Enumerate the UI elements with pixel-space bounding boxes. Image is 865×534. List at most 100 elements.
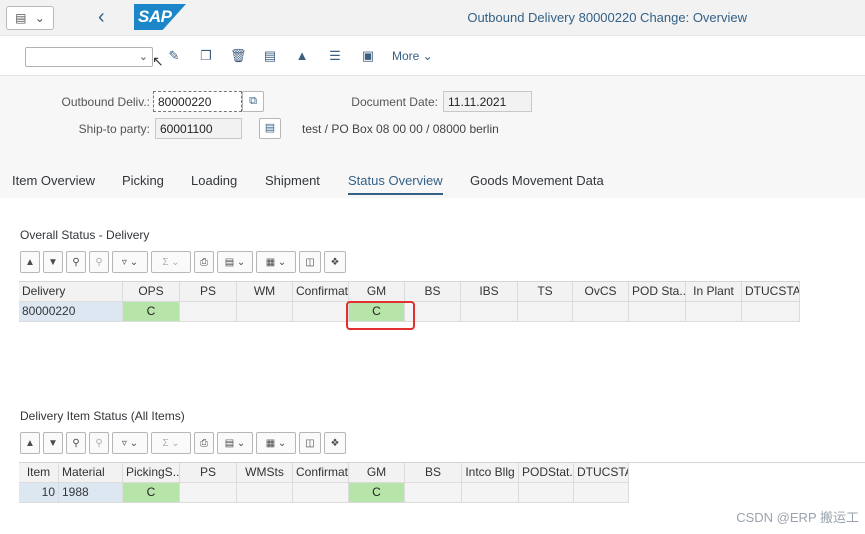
column-header[interactable]: POD Sta... [629, 282, 686, 302]
column-header[interactable]: BS [405, 282, 461, 302]
table-cell[interactable] [237, 483, 293, 503]
hat-icon[interactable]: ▲ [294, 48, 310, 63]
column-header[interactable]: PODStat... [519, 463, 574, 483]
column-header[interactable]: Intco Bllg [462, 463, 519, 483]
column-header[interactable]: DTUCSTA [742, 282, 800, 302]
sort-descending-icon[interactable]: ▼ [43, 432, 63, 454]
column-header[interactable]: PS [180, 282, 237, 302]
table-cell[interactable]: C [123, 483, 180, 503]
more-button[interactable]: More ⌄ [392, 49, 433, 63]
table-cell[interactable]: C [123, 302, 180, 322]
column-header[interactable]: Material [59, 463, 123, 483]
column-header[interactable]: Confirmat. [293, 282, 349, 302]
back-icon[interactable]: ‹ [98, 6, 105, 28]
section-title-items: Delivery Item Status (All Items) [20, 409, 185, 423]
shell-header: ▤ ⌄ ‹ SAP Outbound Delivery 80000220 Cha… [0, 0, 865, 36]
section-title-overall: Overall Status - Delivery [20, 228, 150, 242]
table-cell[interactable] [742, 302, 800, 322]
table-cell[interactable]: 10 [19, 483, 59, 503]
status-overview-panel: Overall Status - Delivery ▲ ▼ ⚲ ⚲ ▿ ⌄ Σ … [0, 198, 865, 534]
tab-goods-movement-data[interactable]: Goods Movement Data [470, 173, 604, 188]
tab-item-overview[interactable]: Item Overview [12, 173, 95, 188]
tab-status-overview[interactable]: Status Overview [348, 173, 443, 195]
column-header[interactable]: BS [405, 463, 462, 483]
sort-descending-icon[interactable]: ▼ [43, 251, 63, 273]
column-header[interactable]: TS [518, 282, 573, 302]
column-header[interactable]: IBS [461, 282, 518, 302]
copy-icon[interactable]: ⧉ [242, 91, 264, 112]
search-next-icon[interactable]: ⚲ [89, 432, 109, 454]
command-field[interactable]: ⌄ [25, 47, 153, 67]
alv-toolbar-overall: ▲ ▼ ⚲ ⚲ ▿ ⌄ Σ ⌄ ⎙ ▤ ⌄ ▦ ⌄ ◫ ❖ [20, 249, 349, 275]
search-icon[interactable]: ⚲ [66, 432, 86, 454]
table-cell[interactable] [461, 302, 518, 322]
table-cell[interactable] [462, 483, 519, 503]
column-header[interactable]: WM [237, 282, 293, 302]
table-cell[interactable]: 1988 [59, 483, 123, 503]
sort-ascending-icon[interactable]: ▲ [20, 251, 40, 273]
column-header[interactable]: PickingS... [123, 463, 180, 483]
save-icon[interactable]: ▣ [360, 48, 376, 64]
edit-icon[interactable]: ✎ [166, 48, 182, 64]
menu-icon: ▤ [15, 11, 27, 25]
address-icon[interactable]: ▤ [259, 118, 281, 139]
app-toolbar: ⌄ ↖ ✎ ❐ 🗑 ▤ ▲ ☰ ▣ More ⌄ [0, 36, 865, 76]
table-cell[interactable] [237, 302, 293, 322]
filter-icon[interactable]: ▿ ⌄ [112, 251, 148, 273]
table-cell[interactable] [293, 302, 349, 322]
tab-loading[interactable]: Loading [191, 173, 237, 188]
sum-icon[interactable]: Σ ⌄ [151, 251, 191, 273]
copy-icon[interactable]: ❐ [198, 48, 214, 64]
column-header[interactable]: GM [349, 282, 405, 302]
tab-shipment[interactable]: Shipment [265, 173, 320, 188]
table-cell[interactable] [574, 483, 629, 503]
delivery-field[interactable]: 80000220 [153, 91, 242, 112]
page-title: Outbound Delivery 80000220 Change: Overv… [467, 10, 747, 25]
column-header[interactable]: Item [19, 463, 59, 483]
table-cell[interactable] [405, 483, 462, 503]
column-header[interactable]: OvCS [573, 282, 629, 302]
column-header[interactable]: In Plant [686, 282, 742, 302]
chevron-down-icon[interactable]: ⌄ [139, 50, 148, 63]
filter-icon[interactable]: ▿ ⌄ [112, 432, 148, 454]
table-cell[interactable]: C [349, 483, 405, 503]
column-header[interactable]: GM [349, 463, 405, 483]
delivery-label: Outbound Deliv.: [61, 95, 151, 109]
table-cell[interactable] [518, 302, 573, 322]
table-cell[interactable]: 80000220 [19, 302, 123, 322]
delete-icon[interactable]: 🗑 [230, 48, 247, 64]
settings-icon[interactable]: ❖ [324, 251, 346, 273]
layers-icon[interactable]: ☰ [327, 48, 343, 64]
table-cell[interactable] [293, 483, 349, 503]
shipto-field[interactable]: 60001100 [155, 118, 242, 139]
tab-picking[interactable]: Picking [122, 173, 164, 188]
menu-button[interactable]: ▤ ⌄ [6, 6, 54, 30]
print-icon[interactable]: ⎙ [194, 251, 214, 273]
details-icon[interactable]: ◫ [299, 251, 321, 273]
table-cell[interactable] [686, 302, 742, 322]
settings-icon[interactable]: ❖ [324, 432, 346, 454]
layout-icon[interactable]: ▦ ⌄ [256, 432, 296, 454]
sum-icon[interactable]: Σ ⌄ [151, 432, 191, 454]
column-header[interactable]: Confirmat. [293, 463, 349, 483]
column-header[interactable]: OPS [123, 282, 180, 302]
export-icon[interactable]: ▤ ⌄ [217, 251, 253, 273]
document-date-field[interactable]: 11.11.2021 [443, 91, 532, 112]
table-cell[interactable] [519, 483, 574, 503]
table-cell[interactable] [629, 302, 686, 322]
search-next-icon[interactable]: ⚲ [89, 251, 109, 273]
column-header[interactable]: PS [180, 463, 237, 483]
search-icon[interactable]: ⚲ [66, 251, 86, 273]
export-icon[interactable]: ▤ ⌄ [217, 432, 253, 454]
table-cell[interactable] [573, 302, 629, 322]
column-header[interactable]: Delivery [19, 282, 123, 302]
details-icon[interactable]: ◫ [299, 432, 321, 454]
column-header[interactable]: DTUCSTA [574, 463, 629, 483]
table-cell[interactable] [180, 302, 237, 322]
document-icon[interactable]: ▤ [262, 48, 278, 64]
column-header[interactable]: WMSts [237, 463, 293, 483]
layout-icon[interactable]: ▦ ⌄ [256, 251, 296, 273]
sort-ascending-icon[interactable]: ▲ [20, 432, 40, 454]
print-icon[interactable]: ⎙ [194, 432, 214, 454]
table-cell[interactable] [180, 483, 237, 503]
